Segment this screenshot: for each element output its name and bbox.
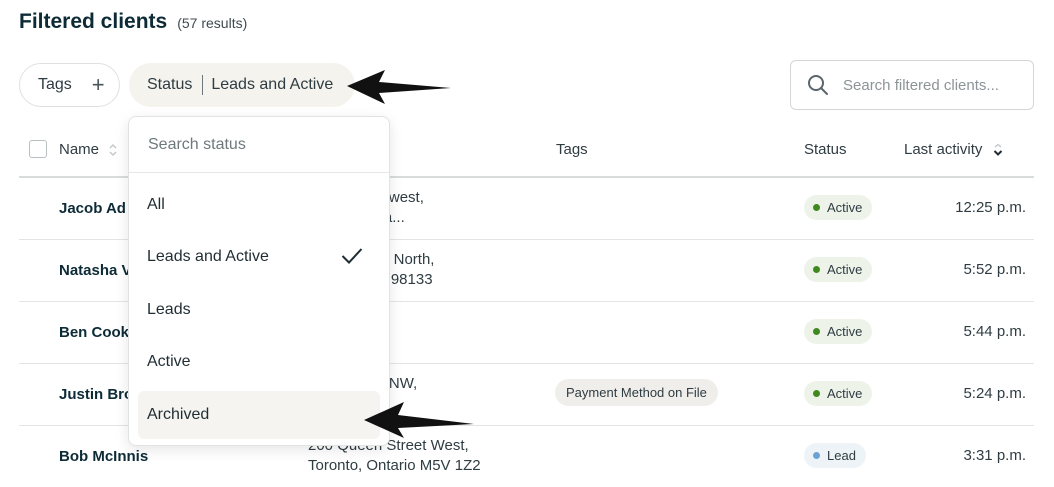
tags-filter-button[interactable]: Tags +	[19, 63, 120, 107]
status-option-archived[interactable]: Archived	[138, 391, 380, 439]
status-badge: Active	[804, 257, 873, 282]
client-name[interactable]: Ben Cook	[59, 324, 129, 341]
status-dot	[813, 452, 820, 459]
column-last-activity-label: Last activity	[904, 141, 983, 158]
column-name[interactable]: Name	[59, 141, 117, 158]
divider	[202, 75, 204, 95]
last-activity-time: 5:44 p.m.	[963, 323, 1026, 340]
page-header: Filtered clients (57 results)	[19, 10, 247, 34]
result-count: (57 results)	[177, 15, 248, 31]
status-option-active[interactable]: Active	[138, 338, 380, 386]
arrow-icon	[364, 402, 474, 438]
plus-icon: +	[91, 72, 105, 97]
checkmark-icon	[341, 248, 363, 264]
status-search[interactable]	[129, 117, 389, 173]
status-filter-value: Leads and Active	[211, 76, 334, 93]
option-label: All	[147, 196, 165, 213]
status-badge: Active	[804, 319, 873, 344]
tag-badge: Payment Method on File	[555, 379, 718, 406]
tags-filter-label: Tags	[38, 76, 72, 93]
option-label: Archived	[147, 406, 210, 423]
option-label: Leads	[147, 301, 191, 318]
column-last-activity[interactable]: Last activity	[904, 141, 1003, 158]
status-search-input[interactable]	[146, 134, 370, 155]
status-option-leads-and-active[interactable]: Leads and Active	[138, 233, 380, 281]
option-label: Active	[147, 353, 191, 370]
status-dot	[813, 390, 820, 397]
last-activity-time: 3:31 p.m.	[963, 447, 1026, 464]
sort-desc-icon	[993, 143, 1002, 156]
status-badge: Active	[804, 195, 873, 220]
option-label: Leads and Active	[147, 248, 269, 265]
status-filter-button[interactable]: Status Leads and Active	[129, 63, 355, 107]
search-input[interactable]	[841, 75, 1020, 95]
client-name[interactable]: Natasha V	[59, 262, 132, 279]
last-activity-time: 5:52 p.m.	[963, 261, 1026, 278]
page-title: Filtered clients	[19, 10, 168, 33]
status-badge: Active	[804, 381, 873, 406]
status-dropdown: All Leads and Active Leads Active Archiv…	[128, 116, 390, 446]
select-all-checkbox[interactable]	[29, 140, 47, 158]
status-option-all[interactable]: All	[138, 181, 380, 229]
client-name[interactable]: Jacob Ad	[59, 200, 126, 217]
client-name[interactable]: Bob McInnis	[59, 448, 148, 465]
arrow-icon	[347, 70, 451, 104]
sort-icon	[109, 144, 117, 157]
status-dot	[813, 204, 820, 211]
status-option-leads[interactable]: Leads	[138, 286, 380, 334]
status-badge: Lead	[804, 443, 866, 468]
client-name[interactable]: Justin Bro	[59, 386, 133, 403]
last-activity-time: 5:24 p.m.	[963, 385, 1026, 402]
column-tags: Tags	[556, 141, 588, 158]
last-activity-time: 12:25 p.m.	[955, 199, 1026, 216]
column-name-label: Name	[59, 141, 100, 158]
status-filter-label: Status	[147, 76, 193, 93]
search-icon	[808, 75, 828, 95]
search-filtered-clients[interactable]	[790, 60, 1034, 110]
status-dot	[813, 328, 820, 335]
column-status[interactable]: Status	[804, 141, 847, 158]
status-dot	[813, 266, 820, 273]
